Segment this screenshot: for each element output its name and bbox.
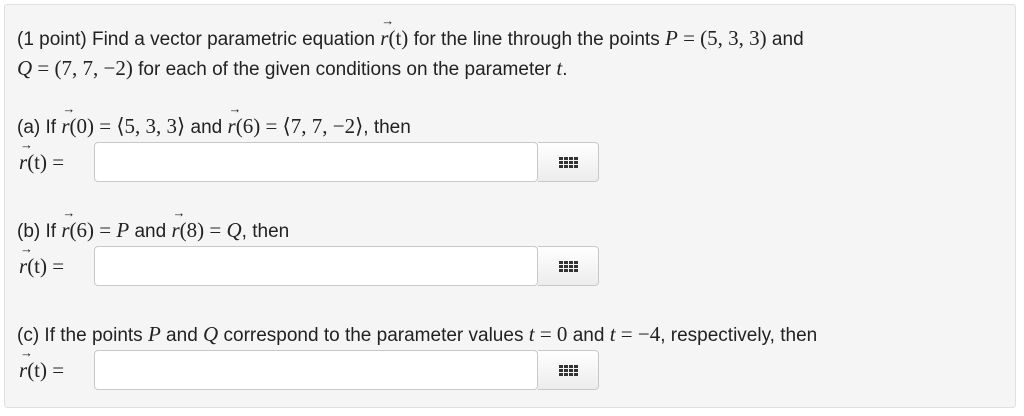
problem-intro-line2: Q = (7, 7, −2) for each of the given con… [17,56,568,80]
problem-card: (1 point) Find a vector parametric equat… [4,4,1016,408]
answer-label-a: r(t) = [19,138,64,173]
answer-input-b[interactable] [94,246,538,286]
math-palette-button-b[interactable] [538,246,599,286]
answer-label-c: r(t) = [19,346,64,381]
grid-icon [558,364,578,376]
answer-input-c[interactable] [94,350,538,390]
math-palette-button-a[interactable] [538,142,599,182]
problem-intro-line1: (1 point) Find a vector parametric equat… [17,14,804,51]
part-b-prompt: (b) If r(6) = P and r(8) = Q, then [17,206,289,243]
answer-label-b: r(t) = [19,242,64,277]
part-a-prompt: (a) If r(0) = ⟨5, 3, 3⟩ and r(6) = ⟨7, 7… [17,102,411,139]
grid-icon [558,260,578,272]
grid-icon [558,156,578,168]
answer-input-a[interactable] [94,142,538,182]
math-palette-button-c[interactable] [538,350,599,390]
part-c-prompt: (c) If the points P and Q correspond to … [17,322,818,346]
